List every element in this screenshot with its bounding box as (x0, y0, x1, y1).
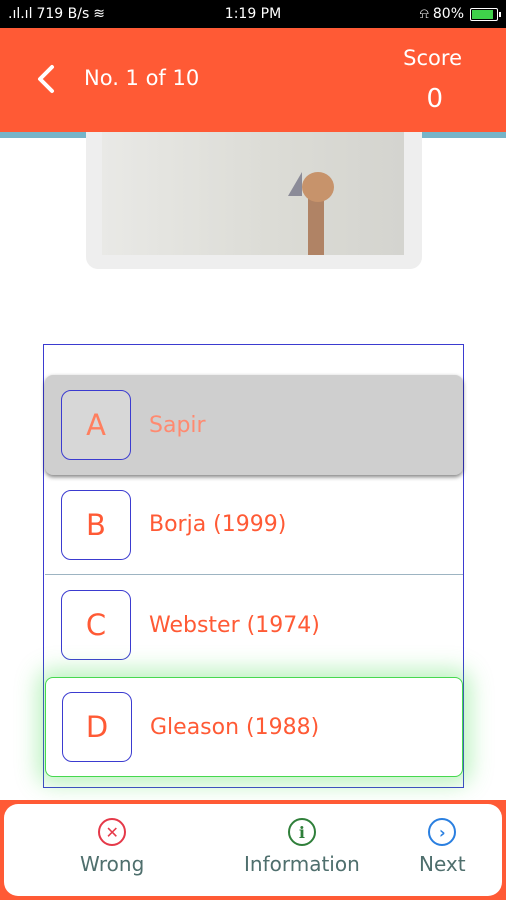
wrong-button[interactable]: ✕ Wrong (80, 818, 144, 876)
score-label: Score (403, 46, 462, 70)
information-label: Information (244, 852, 360, 876)
option-text: Sapir (149, 412, 206, 438)
next-label: Next (419, 852, 466, 876)
option-text: Webster (1974) (149, 612, 320, 638)
chevron-left-icon[interactable] (34, 62, 58, 96)
bottom-nav-bar: ✕ Wrong i Information › Next (0, 800, 506, 900)
status-bar: .ıl.ıl 719 B/s ≋ 1:19 PM ⍾ 80% (0, 0, 506, 28)
network-speed: 719 B/s (36, 6, 90, 22)
information-button[interactable]: i Information (244, 818, 360, 876)
option-a[interactable]: A Sapir (45, 375, 463, 475)
wifi-icon: ≋ (93, 6, 105, 22)
quiz-header: No. 1 of 10 Score 0 (0, 28, 506, 132)
wrong-label: Wrong (80, 852, 145, 876)
bottom-nav-panel: ✕ Wrong i Information › Next (4, 804, 502, 896)
battery-percent: 80% (432, 6, 464, 22)
score-value: 0 (426, 84, 443, 114)
option-c[interactable]: C Webster (1974) (45, 575, 463, 675)
question-photo (102, 132, 404, 255)
option-letter: B (61, 489, 131, 560)
option-d[interactable]: D Gleason (1988) (45, 677, 463, 777)
alarm-off-icon: ⍾ (419, 6, 429, 22)
option-letter: D (62, 692, 132, 762)
option-text: Borja (1999) (149, 512, 287, 537)
info-icon: i (287, 818, 316, 846)
option-letter: A (61, 390, 131, 460)
question-image-card (86, 132, 422, 269)
answer-options: A Sapir B Borja (1999) C Webster (1974) … (43, 344, 464, 788)
chevron-right-circle-icon: › (428, 818, 457, 846)
option-letter: C (61, 590, 131, 660)
x-circle-icon: ✕ (98, 818, 127, 846)
question-counter: No. 1 of 10 (84, 66, 200, 90)
next-button[interactable]: › Next (419, 818, 466, 876)
battery-icon (470, 7, 501, 21)
option-text: Gleason (1988) (150, 714, 320, 740)
signal-icon: .ıl.ıl (8, 6, 33, 22)
option-b[interactable]: B Borja (1999) (45, 475, 463, 575)
